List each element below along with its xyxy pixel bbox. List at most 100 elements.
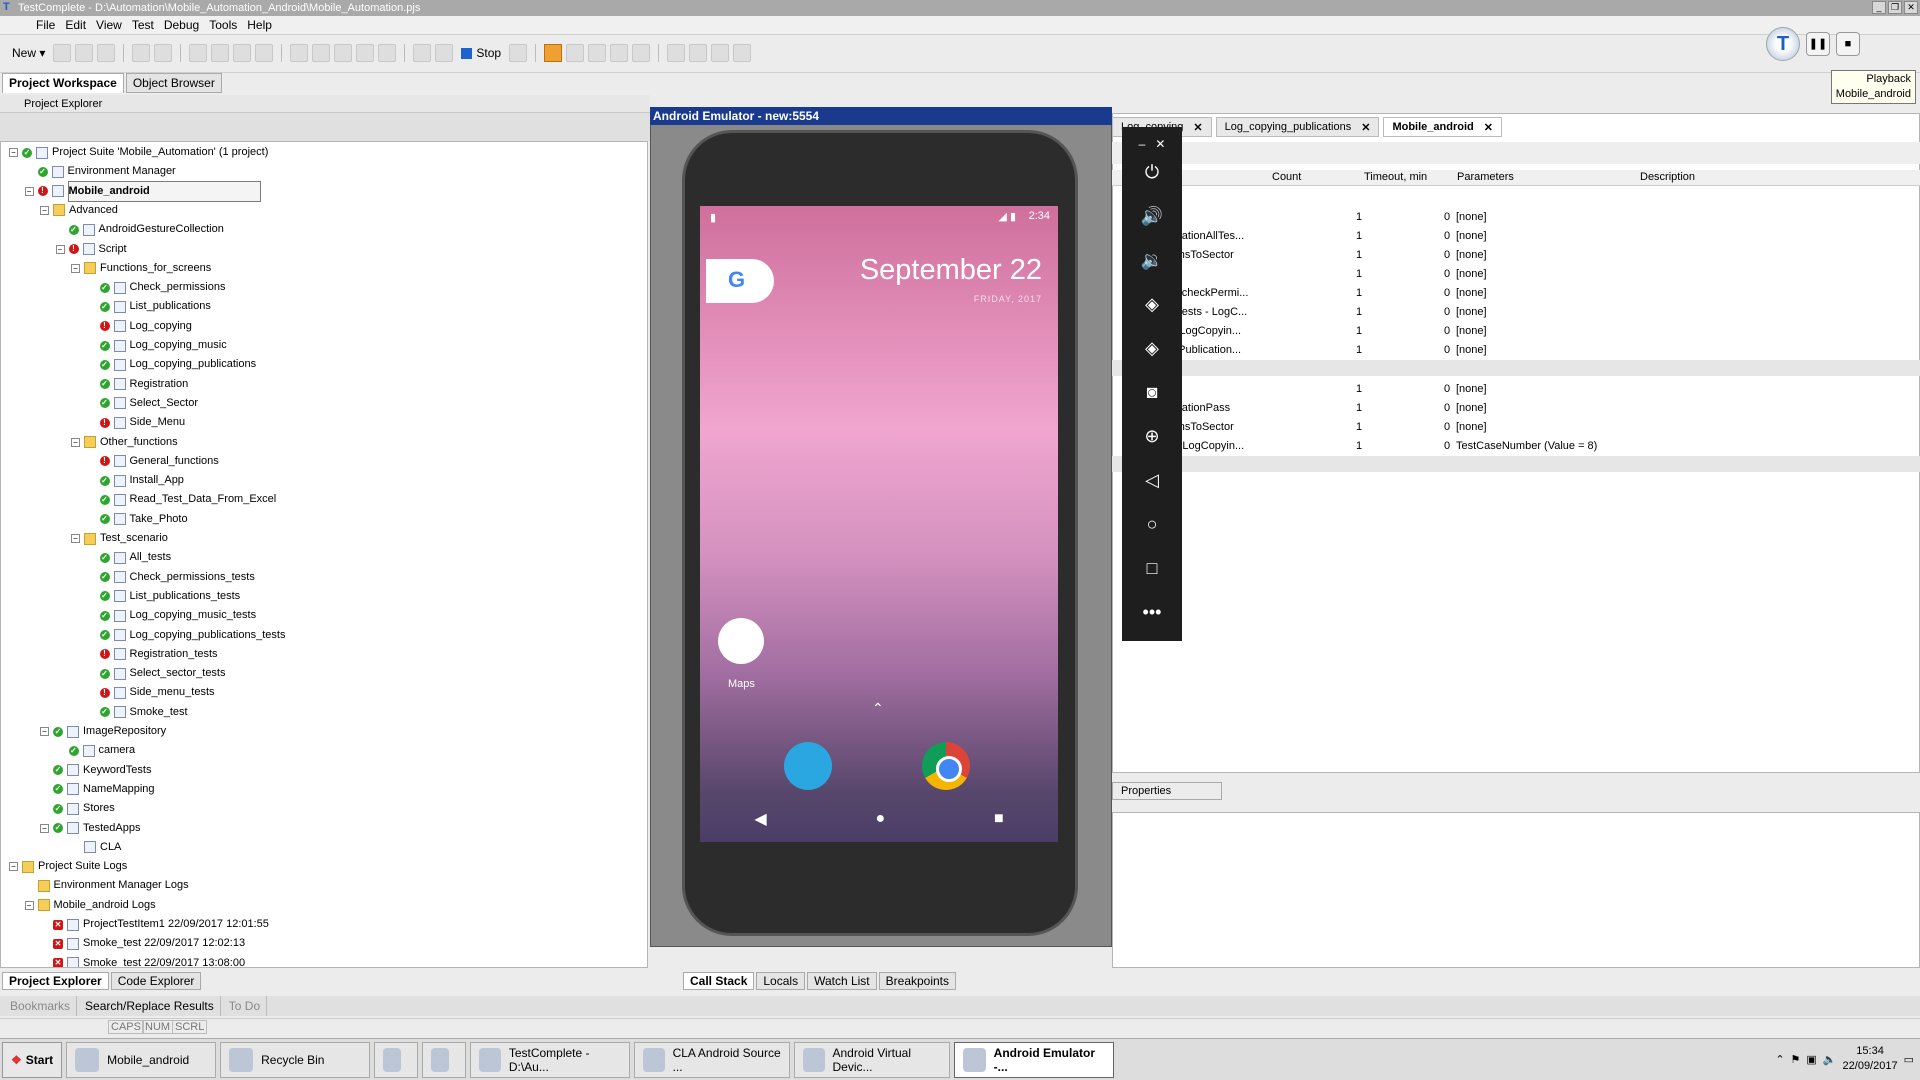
overview-icon[interactable]: □ [1122,553,1182,583]
taskbar-item[interactable]: CLA Android Source ... [634,1041,791,1078]
restore-icon[interactable]: ❐ [1888,1,1902,14]
save-all-icon[interactable] [97,44,116,62]
tree-node[interactable]: ✓ Log_copying_music_tests [87,606,256,625]
tab-search-replace[interactable]: Search/Replace Results [79,996,221,1016]
expand-toggle-icon[interactable]: − [71,263,80,273]
redo-icon[interactable] [154,44,173,62]
tab-project-explorer[interactable]: Project Explorer [2,972,109,990]
home-icon[interactable]: ○ [1122,509,1182,539]
menu-item-help[interactable]: Help [247,18,272,32]
expand-toggle-icon[interactable]: − [71,437,80,447]
volume-icon[interactable]: 🔈 [1823,1053,1837,1066]
header-count[interactable]: Count [1272,171,1301,183]
tree-node[interactable]: ✓ Install_App [87,471,184,490]
taskbar-item[interactable]: Mobile_android [66,1041,217,1078]
tab-todo[interactable]: To Do [223,996,268,1016]
tree-node[interactable]: − Mobile_android Logs [24,896,156,915]
camera-icon[interactable]: ◙ [1122,377,1182,407]
save-icon[interactable] [75,44,94,62]
minimize-icon[interactable]: _ [1872,1,1886,14]
tools-icon[interactable] [509,44,528,62]
expand-toggle-icon[interactable]: − [40,727,49,736]
app-drawer-chevron-icon[interactable]: ⌃ [872,700,884,717]
tree-node[interactable]: ✓ Log_copying_music [87,336,227,355]
tab-locals[interactable]: Locals [756,972,806,990]
messages-app-icon[interactable] [784,742,832,790]
object-icon[interactable] [378,44,397,62]
tree-node[interactable]: ✕ Smoke_test 22/09/2017 12:02:13 [40,934,245,953]
menu-item-debug[interactable]: Debug [164,18,199,32]
maps-app-icon[interactable] [718,618,764,664]
step-into-icon[interactable] [566,44,585,62]
tray-arrow-icon[interactable]: ⌃ [1775,1053,1784,1066]
minimize-icon[interactable]: – [1139,137,1146,151]
tree-node[interactable]: −! Mobile_android [24,180,261,202]
expand-toggle-icon[interactable]: − [24,900,34,910]
rotate-left-icon[interactable]: ◈ [1122,289,1182,319]
tree-node[interactable]: ✓ KeywordTests [40,761,151,780]
tree-node[interactable]: ✓ Check_permissions_tests [87,568,255,587]
taskbar-item[interactable] [374,1041,419,1078]
tree-node[interactable]: ✓ List_publications [87,297,211,316]
tree-node[interactable]: ✓ Smoke_test [87,703,188,722]
back-icon[interactable]: ◀ [754,809,766,829]
tree-node[interactable]: ✓ Read_Test_Data_From_Excel [87,490,276,509]
tree-node[interactable]: − ✓ Project Suite 'Mobile_Automation' (1 p… [9,143,268,162]
chrome-app-icon[interactable] [922,742,970,790]
header-timeout[interactable]: Timeout, min [1364,171,1427,183]
expand-toggle-icon[interactable]: − [9,862,18,872]
testcomplete-playback-icon[interactable]: T [1766,27,1800,61]
tree-node[interactable]: ! Side_menu_tests [87,683,215,702]
tree-node[interactable]: ✓ List_publications_tests [87,587,240,606]
table-row[interactable]: ptionsToSector 1 0 [none] [1112,418,1920,437]
table-row[interactable]: op10[none] [1112,380,1920,399]
tree-node[interactable]: CLA [71,838,121,857]
table-row[interactable]: u10[none] [1112,265,1920,284]
tab-bookmarks[interactable]: Bookmarks [4,996,78,1016]
undo-icon[interactable] [132,44,151,62]
tree-node[interactable]: ✓ NameMapping [40,780,155,799]
tree-node[interactable]: ✓ AndroidGestureCollection [56,220,224,239]
tab-breakpoints[interactable]: Breakpoints [878,972,957,990]
cut-icon[interactable] [189,44,208,62]
breakpoint-icon[interactable] [632,44,651,62]
tree-node[interactable]: ! Side_Menu [87,413,185,432]
delete-icon[interactable] [255,44,274,62]
show-desktop-icon[interactable]: ▭ [1904,1053,1914,1066]
tree-node[interactable]: − Project Suite Logs [9,857,127,876]
volume-down-icon[interactable]: 🔉 [1122,245,1182,275]
zoom-icon[interactable]: ⊕ [1122,421,1182,451]
table-row[interactable]: gistrationPass 1 0 [none] [1112,399,1920,418]
table-row[interactable]: gistrationAllTes... 1 0 [none] [1112,227,1920,246]
home-icon[interactable]: ● [875,810,885,828]
tree-node[interactable]: ✓ Select_sector_tests [87,664,226,683]
tab-watch-list[interactable]: Watch List [807,972,877,990]
start-button[interactable]: ❖ Start [2,1041,63,1078]
play-icon[interactable] [435,44,454,62]
open-icon[interactable] [53,44,72,62]
tree-node[interactable]: ✓ Environment Manager [25,162,176,181]
table-row[interactable]: ns_tests - LogC... 1 0 [none] [1112,303,1920,322]
header-description[interactable]: Description [1640,171,1695,183]
tree-node[interactable]: ✓ Take_Photo [87,510,188,529]
table-row[interactable]: ns - LogCopyin... 1 0 TestCaseNumber (Value… [1112,437,1920,456]
expand-toggle-icon[interactable]: − [55,244,65,254]
tree-node[interactable]: ✓ Log_copying_publications [87,355,256,374]
google-search-widget[interactable]: G [706,259,774,303]
tree-node[interactable]: −! Script [55,240,127,259]
stop-button[interactable]: Stop [457,46,505,60]
close-tab-icon[interactable]: ✕ [1361,121,1370,134]
menu-item-view[interactable]: View [96,18,122,32]
tree-node[interactable]: − ✓ ImageRepository [40,722,166,741]
tab-object-browser[interactable]: Object Browser [125,73,222,93]
menu-item-test[interactable]: Test [132,18,154,32]
expand-toggle-icon[interactable]: − [71,534,80,543]
taskbar-item[interactable]: TestComplete - D:\Au... [470,1041,631,1078]
expand-toggle-icon[interactable]: − [40,823,49,833]
expand-toggle-icon[interactable]: − [24,186,34,196]
expand-toggle-icon[interactable]: − [40,205,49,215]
header-parameters[interactable]: Parameters [1457,171,1514,183]
window3-icon[interactable] [711,44,730,62]
paste-icon[interactable] [233,44,252,62]
tree-node[interactable]: ✓ Registration [87,375,188,394]
